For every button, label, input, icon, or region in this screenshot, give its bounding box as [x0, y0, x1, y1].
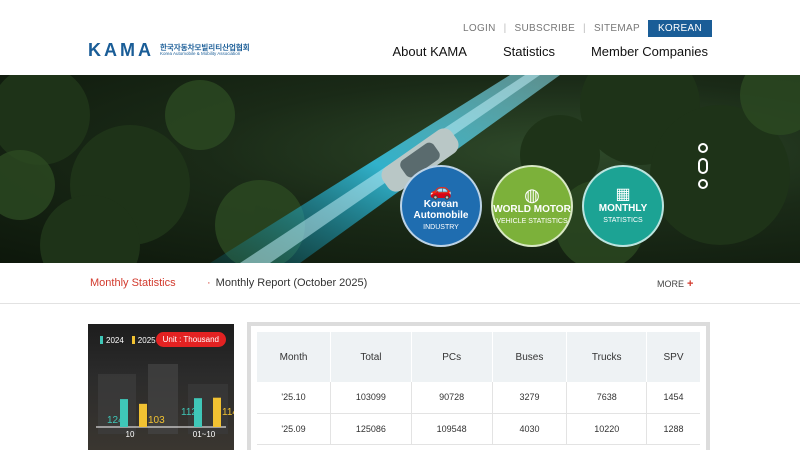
- calendar-icon: ▦: [615, 186, 631, 204]
- world-motor-statistics-button[interactable]: ◍ WORLD MOTOR VEHICLE STATISTICS: [491, 165, 573, 247]
- col-month: Month: [257, 332, 332, 382]
- car-icon: 🚗: [429, 179, 453, 200]
- table-cell: '25.10: [257, 382, 332, 414]
- circle-subtitle: INDUSTRY: [423, 223, 459, 231]
- logo-text: 한국자동차모빌리티산업협회 Korea Automobile & Mobilit…: [160, 44, 250, 57]
- data-label: 124: [107, 415, 124, 426]
- plus-icon: +: [687, 278, 694, 290]
- monthly-chart-card[interactable]: 124 103 10 1121 1140 01~10 2024 2025 Unit : T…: [88, 324, 234, 450]
- pager-dot[interactable]: [698, 143, 708, 153]
- data-label: 1140: [222, 407, 234, 418]
- table-cell: 3279: [492, 382, 568, 414]
- tick-label: 10: [126, 430, 135, 439]
- circle-title: Korean Automobile: [413, 198, 469, 221]
- subscribe-link[interactable]: SUBSCRIBE: [515, 23, 576, 34]
- logo-english: Korea Automobile & Mobility Association: [160, 51, 241, 57]
- circle-subtitle: STATISTICS: [603, 217, 643, 225]
- korean-automobile-industry-button[interactable]: 🚗 Korean Automobile INDUSTRY: [400, 165, 482, 247]
- table-cell: 125086: [330, 413, 412, 445]
- main-nav: About KAMA Statistics Member Companies: [393, 44, 709, 59]
- hero-banner: [0, 75, 800, 263]
- table-cell: 10220: [566, 413, 648, 445]
- table-row: '25.09 125086 109548 4030 10220 1288: [257, 413, 700, 445]
- table-cell: '25.09: [257, 413, 332, 445]
- more-label: MORE: [657, 279, 684, 289]
- legend-2025: 2025: [131, 336, 156, 345]
- table-cell: 109548: [411, 413, 493, 445]
- table-header-row: Month Total PCs Buses Trucks SPV: [257, 332, 700, 382]
- tick-label: 01~10: [193, 430, 216, 439]
- logo-mark: KAMA: [88, 40, 154, 60]
- statistics-table-wrapper: Month Total PCs Buses Trucks SPV '25.10 …: [247, 322, 710, 450]
- col-trucks: Trucks: [566, 332, 648, 382]
- nav-statistics[interactable]: Statistics: [503, 44, 555, 59]
- table-row: '25.10 103099 90728 3279 7638 1454: [257, 382, 700, 414]
- hero-pager: [698, 143, 708, 194]
- login-link[interactable]: LOGIN: [463, 23, 496, 34]
- divider: |: [503, 23, 507, 34]
- table-cell: 1288: [646, 413, 700, 445]
- legend-2024: 2024: [100, 336, 124, 345]
- utility-bar: LOGIN | SUBSCRIBE | SITEMAP KOREAN: [463, 20, 712, 37]
- monthly-statistics-button[interactable]: ▦ MONTHLY STATISTICS: [582, 165, 664, 247]
- circle-title: WORLD MOTOR: [493, 204, 571, 216]
- col-buses: Buses: [492, 332, 568, 382]
- globe-icon: ◍: [524, 185, 540, 206]
- table-cell: 4030: [492, 413, 568, 445]
- chart-legend: 2024 2025: [100, 336, 156, 345]
- notice-item-link[interactable]: Monthly Report (October 2025): [207, 277, 368, 289]
- hero-background: [0, 75, 800, 263]
- more-link[interactable]: MORE +: [657, 278, 693, 290]
- bar-2025-0: [139, 403, 147, 427]
- data-label: 1121: [181, 407, 203, 418]
- col-spv: SPV: [646, 332, 700, 382]
- table-cell: 103099: [330, 382, 412, 414]
- nav-about[interactable]: About KAMA: [393, 44, 467, 59]
- table-cell: 7638: [566, 382, 648, 414]
- table-cell: 90728: [411, 382, 493, 414]
- col-total: Total: [330, 332, 412, 382]
- nav-members[interactable]: Member Companies: [591, 44, 708, 59]
- notice-label: Monthly Statistics: [90, 277, 176, 289]
- data-label: 103: [148, 415, 165, 426]
- col-pcs: PCs: [411, 332, 493, 382]
- site-logo[interactable]: KAMA 한국자동차모빌리티산업협회 Korea Automobile & Mo…: [88, 40, 250, 61]
- notice-bar: Monthly Statistics Monthly Report (Octob…: [0, 263, 800, 304]
- table-cell: 1454: [646, 382, 700, 414]
- monthly-statistics-table: Month Total PCs Buses Trucks SPV '25.10 …: [257, 332, 700, 445]
- sitemap-link[interactable]: SITEMAP: [594, 23, 640, 34]
- bar-2025-1: [213, 397, 221, 427]
- pager-dot-active[interactable]: [698, 158, 708, 174]
- circle-title: MONTHLY: [598, 203, 648, 215]
- circle-subtitle: VEHICLE STATISTICS: [496, 218, 568, 226]
- pager-dot[interactable]: [698, 179, 708, 189]
- unit-badge: Unit : Thousand: [155, 332, 226, 347]
- language-button[interactable]: KOREAN: [647, 20, 712, 37]
- divider: |: [583, 23, 586, 34]
